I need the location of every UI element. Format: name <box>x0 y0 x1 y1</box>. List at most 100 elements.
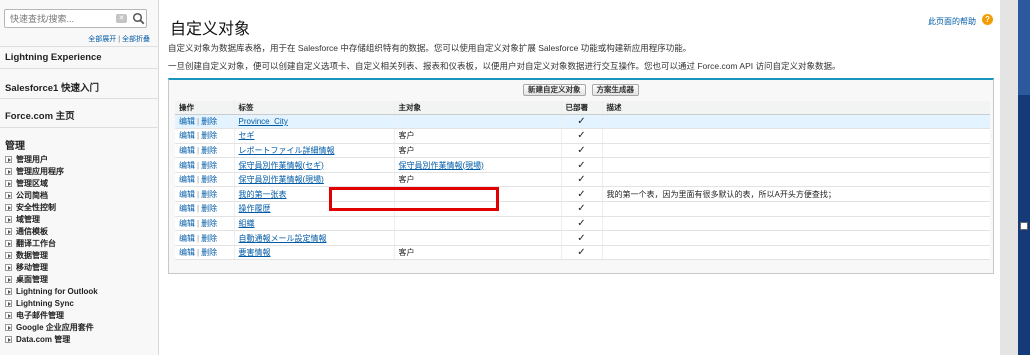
sidebar-item-salesforce1-quickstart[interactable]: Salesforce1 快速入门 <box>5 80 99 94</box>
tree-item-label: Data.com 管理 <box>16 334 71 344</box>
tree-item-mobile-administration[interactable]: 移动管理 <box>5 261 98 273</box>
edit-link[interactable]: 编辑 <box>179 190 195 199</box>
tree-item-domain-management[interactable]: 域管理 <box>5 213 98 225</box>
sidebar-item-forcecom-home[interactable]: Force.com 主页 <box>5 108 75 122</box>
expand-triangle-icon[interactable] <box>5 239 12 247</box>
column-header-master-object[interactable]: 主对象 <box>393 101 561 115</box>
edit-link[interactable]: 编辑 <box>179 161 195 170</box>
deployed-checkmark-icon: ✓ <box>560 128 602 144</box>
column-header-description[interactable]: 描述 <box>601 101 990 115</box>
expand-triangle-icon[interactable] <box>5 275 12 283</box>
clear-icon[interactable]: ✕ <box>116 14 127 23</box>
delete-link[interactable]: 删除 <box>201 131 217 140</box>
delete-link[interactable]: 删除 <box>201 248 217 257</box>
action-cell: 编辑 | 删除 <box>175 128 234 144</box>
expand-all-link[interactable]: 全部展开 <box>88 36 116 43</box>
expand-triangle-icon[interactable] <box>5 191 12 199</box>
tree-item-translation-workbench[interactable]: 翻译工作台 <box>5 237 98 249</box>
tree-item-company-profile[interactable]: 公司简档 <box>5 189 98 201</box>
edit-link[interactable]: 编辑 <box>179 234 195 243</box>
tree-item-label: 管理区域 <box>16 178 48 188</box>
delete-link[interactable]: 删除 <box>201 190 217 199</box>
object-label-link[interactable]: 自動通報メール設定情報 <box>239 234 327 243</box>
object-label-link[interactable]: レポートファイル詳細情報 <box>239 146 335 155</box>
object-label-link[interactable]: Province_City <box>239 117 288 126</box>
object-label-link[interactable]: 要害情報 <box>239 248 271 257</box>
object-label-link[interactable]: 保守員別作業情報(セギ) <box>239 161 324 170</box>
expand-triangle-icon[interactable] <box>5 311 12 319</box>
tree-item-manage-users[interactable]: 管理用户 <box>5 153 98 165</box>
column-header-label[interactable]: 标签 <box>233 101 394 115</box>
edit-link[interactable]: 编辑 <box>179 175 195 184</box>
edit-link[interactable]: 编辑 <box>179 117 195 126</box>
tree-item-label: 翻译工作台 <box>16 238 56 248</box>
delete-link[interactable]: 删除 <box>201 161 217 170</box>
delete-link[interactable]: 删除 <box>201 175 217 184</box>
action-cell: 编辑 | 删除 <box>175 216 234 232</box>
edit-link[interactable]: 编辑 <box>179 131 195 140</box>
resize-handle[interactable] <box>1020 222 1028 230</box>
object-label-link[interactable]: 組織 <box>239 219 255 228</box>
expand-triangle-icon[interactable] <box>5 179 12 187</box>
tree-item-desktop-administration[interactable]: 桌面管理 <box>5 273 98 285</box>
tree-item-label: 移动管理 <box>16 262 48 272</box>
tree-item-datacom-administration[interactable]: Data.com 管理 <box>5 333 98 345</box>
expand-triangle-icon[interactable] <box>5 227 12 235</box>
action-cell: 编辑 | 删除 <box>175 201 234 217</box>
tree-item-lightning-sync[interactable]: Lightning Sync <box>5 297 98 309</box>
master-object-link[interactable]: 保守員別作業情報(現場) <box>399 161 484 170</box>
expand-triangle-icon[interactable] <box>5 287 12 295</box>
edit-link[interactable]: 编辑 <box>179 219 195 228</box>
edit-link[interactable]: 编辑 <box>179 204 195 213</box>
tree-item-google-apps[interactable]: Google 企业应用套件 <box>5 321 98 333</box>
description-cell <box>601 216 990 232</box>
tree-item-communication-templates[interactable]: 通信模板 <box>5 225 98 237</box>
sidebar-divider <box>0 46 159 47</box>
tree-item-manage-territories[interactable]: 管理区域 <box>5 177 98 189</box>
help-icon[interactable]: ? <box>982 14 993 25</box>
search-icon[interactable] <box>132 12 145 25</box>
tree-item-lightning-for-outlook[interactable]: Lightning for Outlook <box>5 285 98 297</box>
edit-link[interactable]: 编辑 <box>179 248 195 257</box>
tree-item-email-administration[interactable]: 电子邮件管理 <box>5 309 98 321</box>
delete-link[interactable]: 删除 <box>201 234 217 243</box>
expand-triangle-icon[interactable] <box>5 203 12 211</box>
column-header-deployed[interactable]: 已部署 <box>560 101 602 115</box>
delete-link[interactable]: 删除 <box>201 204 217 213</box>
expand-triangle-icon[interactable] <box>5 335 12 343</box>
new-custom-object-button[interactable]: 新建自定义对象 <box>523 84 586 96</box>
expand-triangle-icon[interactable] <box>5 299 12 307</box>
delete-link[interactable]: 删除 <box>201 219 217 228</box>
object-label-link[interactable]: 我的第一张表 <box>239 190 287 199</box>
background-window-strip-top <box>1018 0 1030 95</box>
expand-triangle-icon[interactable] <box>5 323 12 331</box>
deployed-checkmark-icon: ✓ <box>560 114 602 130</box>
object-label-link[interactable]: セギ <box>239 131 255 140</box>
quick-find-box[interactable]: ✕ <box>4 9 147 28</box>
quick-find-input[interactable] <box>10 12 110 25</box>
expand-triangle-icon[interactable] <box>5 215 12 223</box>
tree-item-data-management[interactable]: 数据管理 <box>5 249 98 261</box>
action-cell: 编辑 | 删除 <box>175 157 234 173</box>
sidebar-divider <box>0 127 159 128</box>
collapse-all-link[interactable]: 全部折叠 <box>122 36 150 43</box>
expand-triangle-icon[interactable] <box>5 167 12 175</box>
action-separator: | <box>197 189 200 199</box>
action-separator: | <box>197 204 200 214</box>
deployed-checkmark-icon: ✓ <box>560 201 602 217</box>
tree-item-manage-apps[interactable]: 管理应用程序 <box>5 165 98 177</box>
expand-triangle-icon[interactable] <box>5 155 12 163</box>
expand-triangle-icon[interactable] <box>5 263 12 271</box>
delete-link[interactable]: 删除 <box>201 117 217 126</box>
edit-link[interactable]: 编辑 <box>179 146 195 155</box>
tree-item-security-controls[interactable]: 安全性控制 <box>5 201 98 213</box>
setup-sidebar: ✕ 全部展开 | 全部折叠 Lightning Experience Sales… <box>0 0 159 355</box>
object-label-link[interactable]: 操作履歴 <box>239 204 271 213</box>
delete-link[interactable]: 删除 <box>201 146 217 155</box>
schema-builder-button[interactable]: 方案生成器 <box>591 84 639 96</box>
expand-triangle-icon[interactable] <box>5 251 12 259</box>
label-cell: 自動通報メール設定情報 <box>233 230 394 246</box>
sidebar-item-lightning-experience[interactable]: Lightning Experience <box>5 52 102 63</box>
help-for-this-page-link[interactable]: 此页面的帮助 <box>928 16 976 27</box>
object-label-link[interactable]: 保守員別作業情報(現場) <box>239 175 324 184</box>
